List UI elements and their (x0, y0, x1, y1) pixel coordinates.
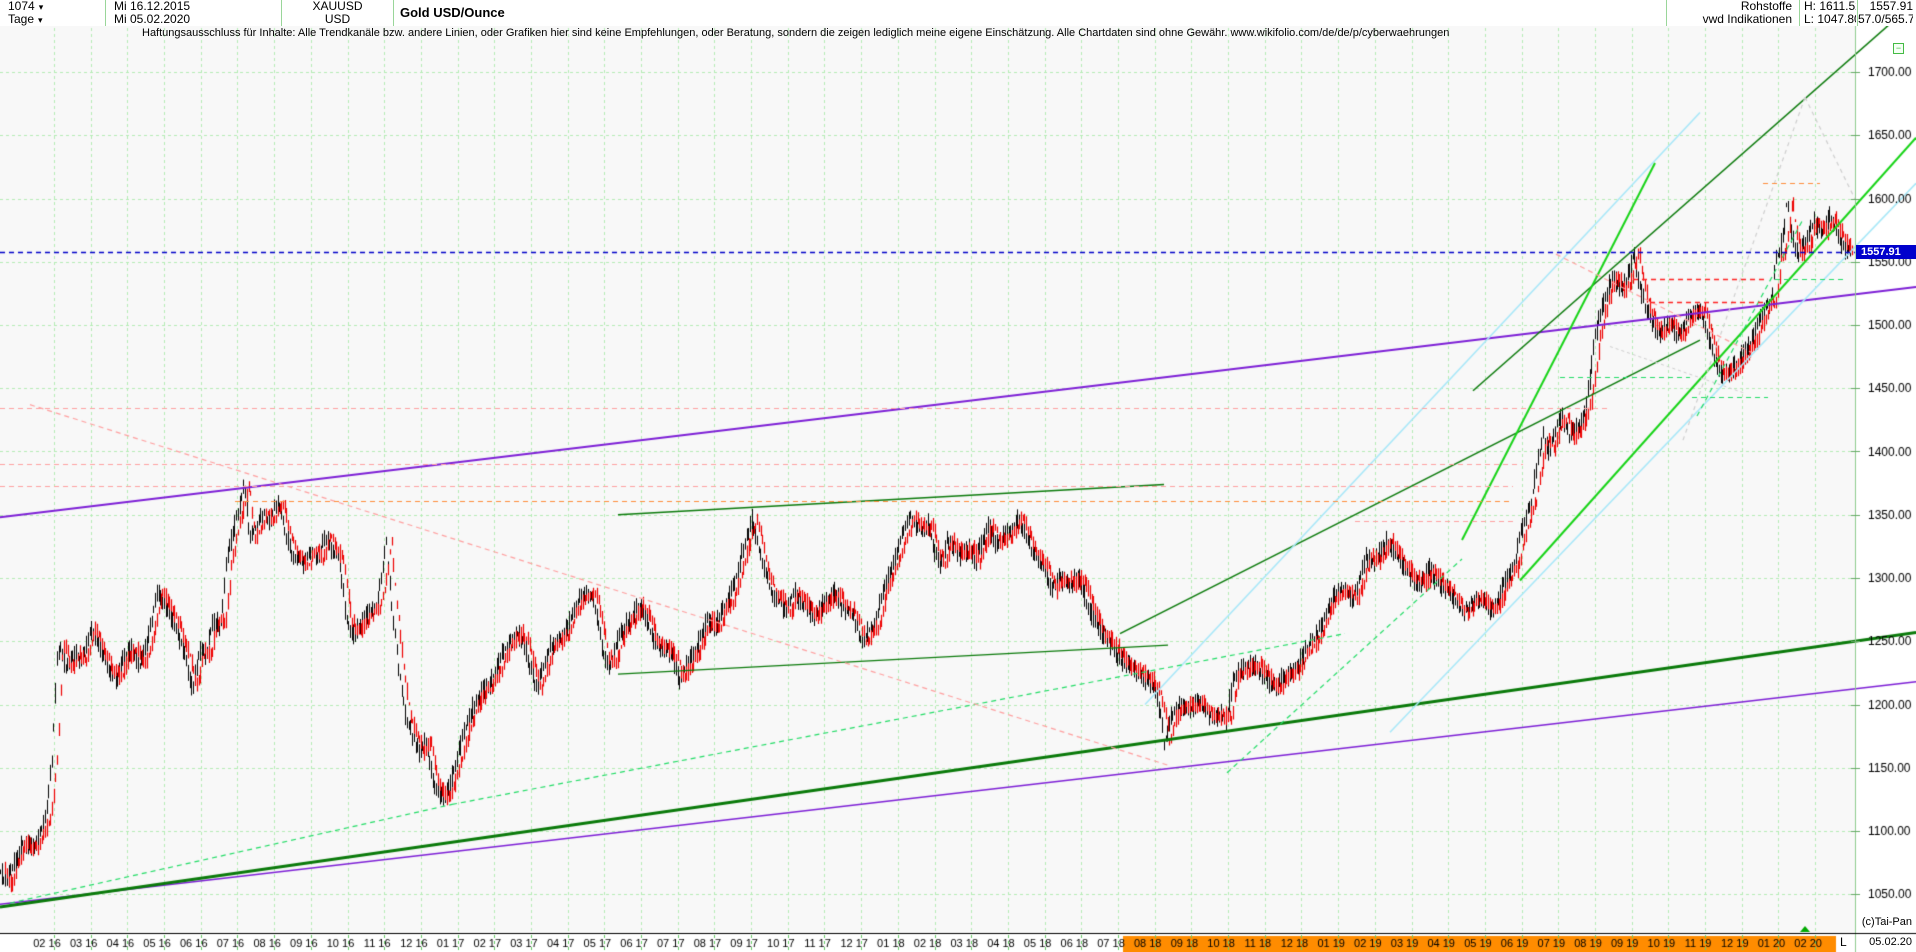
currency-code: USD (324, 13, 351, 26)
symbol-cell: XAUUSD USD (282, 0, 394, 26)
last-price: 1557.91 (1869, 0, 1913, 13)
last-quote-cell: 1557.91 57.0/565.7 (1857, 0, 1916, 26)
chart-header-bar: 1074 ▾ Tage ▾ Mi 16.12.2015 Mi 05.02.2020 … (0, 0, 1916, 27)
bars-count-dropdown[interactable]: 1074 ▾ (8, 0, 105, 13)
page-title: Gold USD/Ounce (400, 5, 505, 20)
high-low-cell: H: 1611.52 L: 1047.80 (1799, 0, 1856, 26)
copyright-label: (c)Tai-Pan (1861, 916, 1912, 928)
disclaimer-text: Haftungsausschluss für Inhalte: Alle Tre… (142, 27, 1450, 39)
symbol-code: XAUUSD (312, 0, 363, 13)
axis-last-date: 05.02.20 (1869, 936, 1912, 948)
period-high: H: 1611.52 (1804, 0, 1856, 13)
timeframe-dropdown[interactable]: Tage ▾ (8, 13, 105, 26)
chevron-down-icon: ▾ (38, 2, 44, 12)
axis-nav-label[interactable]: L (1840, 935, 1854, 949)
current-price-tag: 1557.91 (1856, 245, 1916, 259)
date-range: Mi 16.12.2015 Mi 05.02.2020 (106, 0, 282, 26)
price-chart-canvas[interactable] (0, 26, 1916, 952)
end-date: Mi 05.02.2020 (114, 13, 191, 26)
data-feed-cell: Rohstoffe vwd Indikationen (1666, 0, 1798, 26)
start-date: Mi 16.12.2015 (114, 0, 191, 13)
bars-count-value: 1074 (8, 0, 35, 13)
feed-provider: vwd Indikationen (1702, 13, 1792, 26)
period-selectors: 1074 ▾ Tage ▾ (0, 0, 106, 26)
collapse-icon[interactable]: − (1893, 43, 1904, 54)
timeframe-value: Tage (8, 13, 35, 26)
chevron-down-icon: ▾ (38, 15, 43, 25)
misc-quote-value: 57.0/565.7 (1858, 13, 1913, 26)
charting-app-window: 1074 ▾ Tage ▾ Mi 16.12.2015 Mi 05.02.2020 … (0, 0, 1916, 952)
feed-category: Rohstoffe (1740, 0, 1792, 13)
period-low: L: 1047.80 (1804, 13, 1856, 26)
